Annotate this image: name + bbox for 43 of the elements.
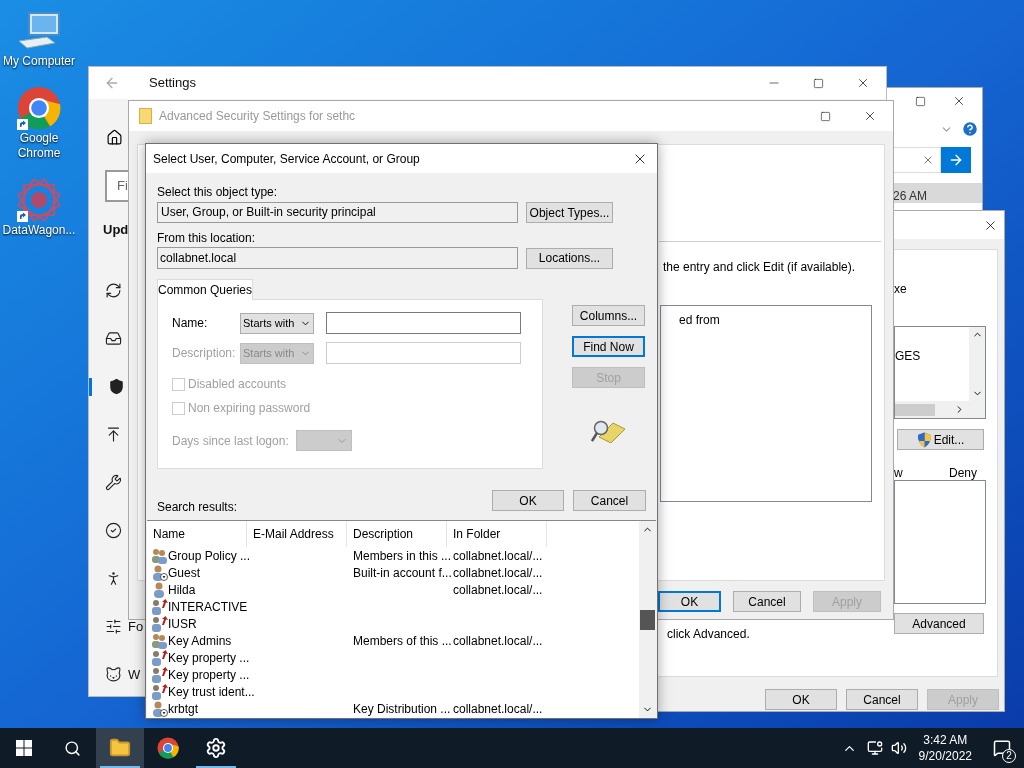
- window-title: Advanced Security Settings for sethc: [159, 108, 356, 125]
- column-header: w: [894, 465, 903, 482]
- checkbox-label: Non expiring password: [188, 400, 311, 417]
- section-heading: Upd: [103, 221, 129, 239]
- nav-label: W: [128, 665, 141, 684]
- checkbox-label: Disabled accounts: [188, 376, 287, 393]
- time-text: 26 AM: [893, 189, 928, 203]
- table-cell-text: Hilda: [168, 581, 196, 599]
- table-cell-text: Group Policy ...: [168, 547, 251, 565]
- table-cell: Built-in account f...: [353, 565, 452, 580]
- table-cell-text: Key trust ident...: [168, 683, 255, 701]
- table-cell-text: Key property ...: [168, 666, 250, 684]
- search-results-label: Search results:: [157, 500, 238, 514]
- nav-label: Fo: [128, 617, 144, 636]
- table-cell-text: Guest: [168, 564, 200, 582]
- field-label: From this location:: [157, 231, 257, 245]
- table-cell-text: Key property ...: [168, 649, 250, 667]
- field-label: Name:: [172, 315, 209, 332]
- table-cell-text: INTERACTIVE: [168, 598, 248, 616]
- table-cell-text: krbtgt: [168, 700, 198, 718]
- file-name-text: xe: [894, 281, 907, 298]
- window-title: Settings: [149, 74, 196, 93]
- table-cell: Members of this ...: [353, 633, 452, 648]
- table-cell: Members in this ...: [353, 548, 452, 563]
- location-field: collabnet.local: [157, 247, 518, 269]
- column-header: ed from: [679, 312, 720, 329]
- table-cell-text: Key Admins: [168, 632, 232, 650]
- table-cell: collabnet.local/...: [453, 701, 543, 716]
- field-label: Description:: [172, 345, 237, 362]
- object-type-field: User, Group, or Built-in security principal: [157, 202, 518, 223]
- dialog-title: Select User, Computer, Service Account, or Group: [153, 150, 420, 168]
- notification-badge: 2: [1002, 749, 1016, 763]
- table-cell: collabnet.local/...: [453, 548, 543, 563]
- note-text: click Advanced.: [667, 626, 750, 643]
- field-label: Days since last logon:: [172, 432, 290, 450]
- table-cell: Key Distribution ...: [353, 701, 451, 716]
- column-header: Deny: [949, 465, 977, 482]
- instruction-text: the entry and click Edit (if available).: [663, 259, 856, 276]
- field-label: Select this object type:: [157, 185, 279, 199]
- table-cell: collabnet.local/...: [453, 565, 543, 580]
- table-cell: collabnet.local/...: [453, 582, 543, 597]
- table-cell-text: IUSR: [168, 615, 197, 633]
- table-cell: collabnet.local/...: [453, 633, 543, 648]
